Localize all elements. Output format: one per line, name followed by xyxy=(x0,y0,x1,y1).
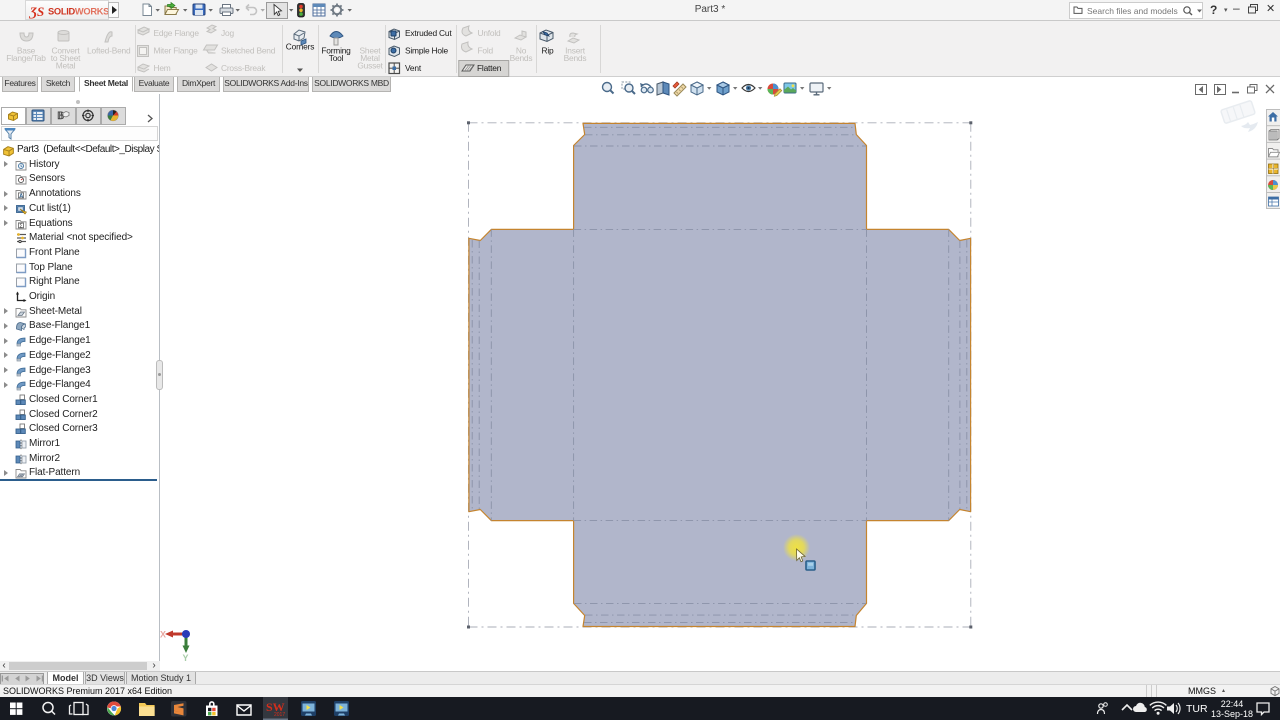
svg-text:Simple Hole: Simple Hole xyxy=(405,46,448,56)
svg-text:Cross-Break: Cross-Break xyxy=(221,63,266,73)
svg-text:Miter Flange: Miter Flange xyxy=(154,46,199,56)
svg-text:Extruded Cut: Extruded Cut xyxy=(405,28,452,38)
svg-text:Metal: Metal xyxy=(56,61,76,71)
svg-text:Jog: Jog xyxy=(221,28,234,38)
svg-text:Bends: Bends xyxy=(510,53,533,63)
svg-text:Gusset: Gusset xyxy=(357,61,383,71)
svg-text:Tool: Tool xyxy=(329,53,344,63)
svg-text:Bends: Bends xyxy=(564,53,587,63)
svg-text:A: A xyxy=(19,193,23,199)
svg-text:13-Sep-18: 13-Sep-18 xyxy=(1211,709,1253,719)
svg-text:22:44: 22:44 xyxy=(1221,699,1244,709)
svg-text:Search files and models: Search files and models xyxy=(1087,6,1178,16)
svg-text:Hem: Hem xyxy=(154,63,171,73)
svg-text:Edge Flange: Edge Flange xyxy=(154,28,200,38)
svg-text:Lofted-Bend: Lofted-Bend xyxy=(87,46,131,56)
svg-text:Flatten: Flatten xyxy=(477,63,502,73)
svg-text:ƷS: ƷS xyxy=(28,4,44,19)
svg-text:Y: Y xyxy=(183,653,189,663)
svg-text:X: X xyxy=(160,630,166,640)
svg-text:Vent: Vent xyxy=(405,63,422,73)
svg-text:Rip: Rip xyxy=(542,46,555,56)
svg-text:Flange/Tab: Flange/Tab xyxy=(6,53,46,63)
svg-text:SOLIDWORKS: SOLIDWORKS xyxy=(48,7,109,17)
svg-text:TUR: TUR xyxy=(1186,703,1208,715)
svg-text:Fold: Fold xyxy=(478,46,494,56)
svg-text:2017: 2017 xyxy=(274,712,285,718)
svg-text:Corners: Corners xyxy=(286,42,314,52)
svg-text:Unfold: Unfold xyxy=(478,28,502,38)
svg-text:Sketched Bend: Sketched Bend xyxy=(221,46,276,56)
